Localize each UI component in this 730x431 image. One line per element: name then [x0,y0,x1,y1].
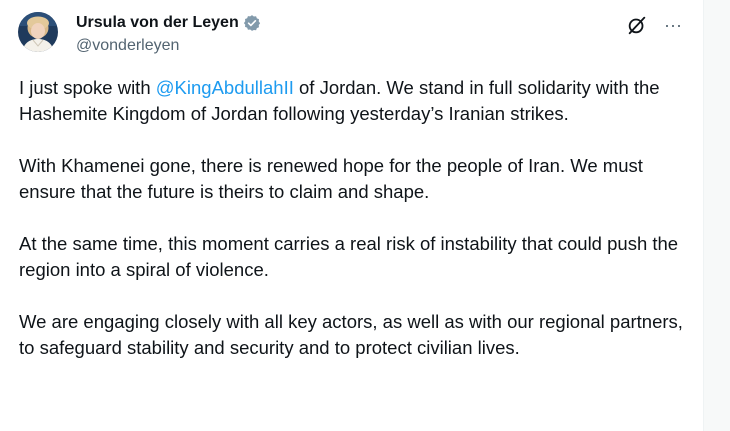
avatar[interactable] [18,12,58,52]
verified-badge-icon [243,14,261,32]
more-label: ··· [664,15,682,35]
tweet-p1-before: I just spoke with [19,77,156,98]
header-actions: ··· [626,14,684,36]
tweet-paragraph-4: We are engaging closely with all key act… [19,311,683,358]
grok-slash-icon[interactable] [626,14,648,36]
more-horizontal-icon[interactable]: ··· [662,14,684,36]
author-display-name[interactable]: Ursula von der Leyen [76,13,239,33]
tweet-card: Ursula von der Leyen @vonderleyen ··· I … [0,0,703,431]
mention-link[interactable]: @KingAbdullahII [156,77,294,98]
scrollbar-track[interactable] [703,0,730,431]
tweet-paragraph-2: With Khamenei gone, there is renewed hop… [19,155,643,202]
tweet-paragraph-1: I just spoke with @KingAbdullahII of Jor… [19,75,691,127]
avatar-image [18,12,58,52]
author-name-row: Ursula von der Leyen [76,13,261,33]
author-handle[interactable]: @vonderleyen [76,36,179,56]
tweet-paragraph-3: At the same time, this moment carries a … [19,233,679,280]
tweet-text: I just spoke with @KingAbdullahII of Jor… [19,75,691,387]
